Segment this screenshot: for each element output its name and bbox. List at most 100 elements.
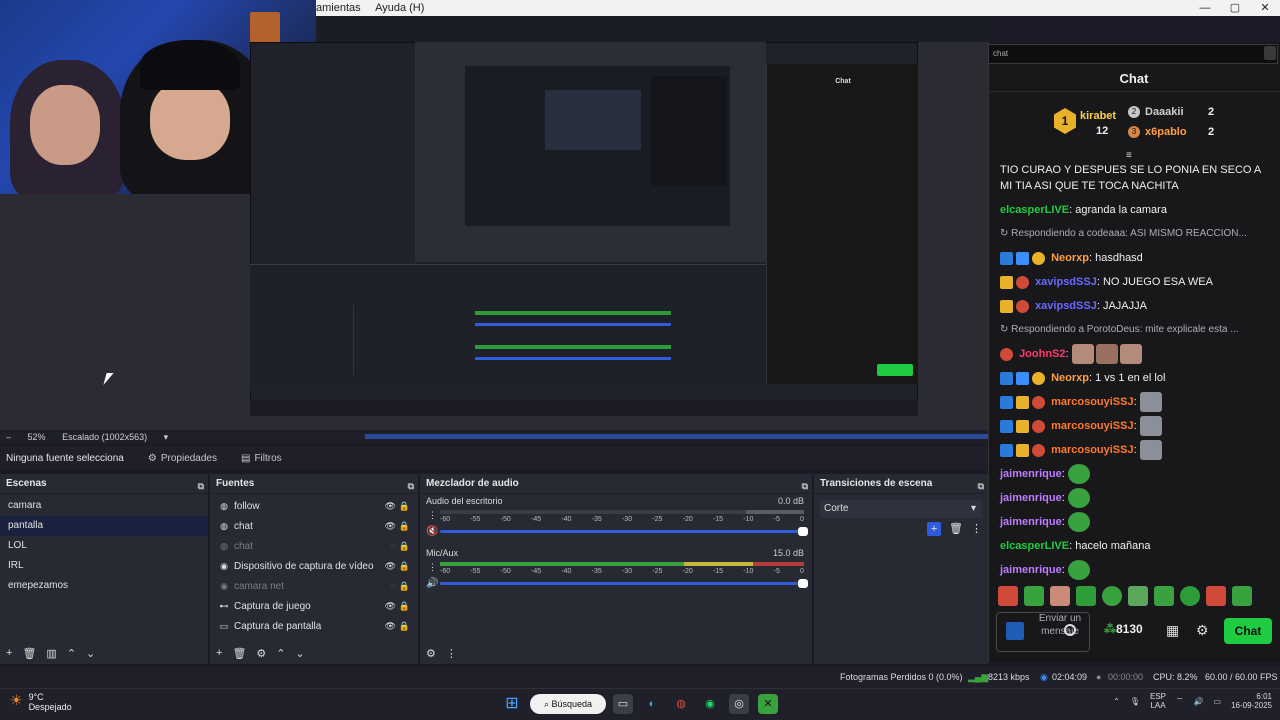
chat-username[interactable]: elcasperLIVE xyxy=(1000,204,1069,216)
source-item[interactable]: ⊷ Captura de juego 👁 🔒 xyxy=(210,596,418,616)
kebab-icon[interactable]: ⋮ xyxy=(971,522,982,536)
volume-icon[interactable]: 🔊 xyxy=(1194,697,1204,706)
battery-icon[interactable]: ▭ xyxy=(1214,697,1222,706)
emote[interactable] xyxy=(1102,586,1122,606)
lock-icon[interactable]: 🔒 xyxy=(399,536,410,556)
speaker-muted-icon[interactable]: 🔇 xyxy=(426,526,438,537)
lock-icon[interactable]: 🔒 xyxy=(399,576,410,596)
eye-off-icon[interactable]: ◌ xyxy=(391,576,396,596)
lock-icon[interactable]: 🔒 xyxy=(399,556,410,576)
scene-item-lol[interactable]: LOL xyxy=(0,536,208,556)
kebab-icon[interactable]: ⋮ xyxy=(428,562,437,573)
chat-username[interactable]: jaimenrique xyxy=(1000,492,1062,504)
leader-name[interactable]: kirabet xyxy=(1080,110,1116,122)
filter-icon[interactable]: ▥ xyxy=(46,647,56,660)
add-icon[interactable]: + xyxy=(6,647,12,659)
chevron-down-icon[interactable]: ⌄ xyxy=(296,647,305,660)
kebab-icon[interactable]: ⋮ xyxy=(428,510,437,521)
source-item[interactable]: ◍ chat ◌ 🔒 xyxy=(210,536,418,556)
emote[interactable] xyxy=(998,586,1018,606)
horizontal-scrollbar[interactable] xyxy=(365,434,988,439)
zoom-level[interactable]: 52% xyxy=(28,432,46,442)
lock-icon[interactable]: 🔒 xyxy=(399,596,410,616)
source-item[interactable]: ▭ Captura de pantalla 👁 🔒 xyxy=(210,616,418,636)
menu-item-help[interactable]: Ayuda (H) xyxy=(375,2,424,14)
taskbar-search[interactable]: ⌕ Búsqueda xyxy=(530,694,606,714)
obs-icon[interactable]: ◎ xyxy=(729,694,749,714)
zoom-out-icon[interactable]: – xyxy=(6,432,11,442)
kebab-icon[interactable]: ⋮ xyxy=(446,647,457,660)
gear-icon[interactable]: ⚙ xyxy=(1196,622,1209,639)
gear-icon[interactable]: ⚙ xyxy=(256,647,266,660)
chat-username[interactable]: marcosouyiSSJ xyxy=(1051,396,1134,408)
language-indicator[interactable]: ESP LAA xyxy=(1150,692,1166,710)
eye-icon[interactable]: 👁 xyxy=(385,596,396,616)
chat-username[interactable]: Neorxp xyxy=(1051,252,1089,264)
excel-icon[interactable]: ✕ xyxy=(758,694,778,714)
scene-item-camara[interactable]: camara xyxy=(0,496,208,516)
file-explorer-icon[interactable]: ▭ xyxy=(613,694,633,714)
chat-username[interactable]: JoohnS2 xyxy=(1019,348,1065,360)
dock-menu-icon[interactable]: ⧉ xyxy=(802,476,808,496)
source-item[interactable]: ◉ camara net ◌ 🔒 xyxy=(210,576,418,596)
trash-icon[interactable]: 🗑 xyxy=(949,522,963,536)
emote[interactable] xyxy=(1128,586,1148,606)
edge-icon[interactable]: ◐ xyxy=(642,694,662,714)
transition-select[interactable]: Corte ▾ xyxy=(820,500,982,518)
emote[interactable] xyxy=(1154,586,1174,606)
windows-start-icon[interactable]: ⊞ xyxy=(502,694,522,714)
channel-points[interactable]: ⁂8130 xyxy=(1104,622,1143,636)
scale-mode[interactable]: Escalado (1002x563) xyxy=(62,432,147,442)
close-icon[interactable]: ✕ xyxy=(1250,0,1280,16)
scene-item-emepezamos[interactable]: emepezamos xyxy=(0,576,208,596)
clock[interactable]: 6:01 16-09-2025 xyxy=(1231,692,1272,710)
leader-name[interactable]: Daaakii xyxy=(1145,106,1184,118)
chat-send-button[interactable]: Chat xyxy=(1224,618,1272,644)
lock-icon[interactable]: 🔒 xyxy=(399,496,410,516)
leader-name[interactable]: x6pablo xyxy=(1145,126,1187,138)
chat-username[interactable]: jaimenrique xyxy=(1000,516,1062,528)
minimize-icon[interactable]: — xyxy=(1190,0,1220,16)
dock-menu-icon[interactable]: ⧉ xyxy=(198,476,204,496)
close-icon[interactable] xyxy=(1264,46,1276,60)
chat-username[interactable]: xavipsdSSJ xyxy=(1035,300,1097,312)
chrome-icon[interactable]: ◍ xyxy=(671,694,691,714)
maximize-icon[interactable]: ▢ xyxy=(1220,0,1250,16)
scene-item-irl[interactable]: IRL xyxy=(0,556,208,576)
emote[interactable] xyxy=(1206,586,1226,606)
badge-selector-icon[interactable] xyxy=(1006,622,1024,640)
emote-picker-icon[interactable] xyxy=(1064,624,1076,636)
spotify-icon[interactable]: ◉ xyxy=(700,694,720,714)
chat-username[interactable]: marcosouyiSSJ xyxy=(1051,444,1134,456)
dock-menu-icon[interactable]: ⧉ xyxy=(408,476,414,496)
eye-icon[interactable]: 👁 xyxy=(385,496,396,516)
source-item[interactable]: ◍ chat 👁 🔒 xyxy=(210,516,418,536)
chevron-up-icon[interactable]: ⌃ xyxy=(1113,697,1120,706)
chevron-down-icon[interactable]: ⌄ xyxy=(86,647,95,660)
mic-icon[interactable]: 🎙 xyxy=(1130,697,1140,706)
eye-icon[interactable]: 👁 xyxy=(385,556,396,576)
lock-icon[interactable]: 🔒 xyxy=(399,616,410,636)
lock-icon[interactable]: 🔒 xyxy=(399,516,410,536)
eye-icon[interactable]: 👁 xyxy=(385,616,396,636)
chat-username[interactable]: marcosouyiSSJ xyxy=(1051,420,1134,432)
dock-menu-icon[interactable]: ⧉ xyxy=(978,476,984,496)
source-item[interactable]: ◍ follow 👁 🔒 xyxy=(210,496,418,516)
emote[interactable] xyxy=(1050,586,1070,606)
volume-slider[interactable] xyxy=(440,527,808,536)
eye-off-icon[interactable]: ◌ xyxy=(391,536,396,556)
chat-url-bar[interactable]: chat xyxy=(988,44,1278,64)
eye-icon[interactable]: 👁 xyxy=(385,516,396,536)
volume-slider[interactable] xyxy=(440,579,808,588)
gear-icon[interactable]: ⚙ xyxy=(426,647,436,660)
chat-username[interactable]: xavipsdSSJ xyxy=(1035,276,1097,288)
chat-username[interactable]: Neorxp xyxy=(1051,372,1089,384)
emote[interactable] xyxy=(1180,586,1200,606)
wifi-icon[interactable]: ⌔ xyxy=(1176,696,1184,706)
chat-username[interactable]: jaimenrique xyxy=(1000,468,1062,480)
add-icon[interactable]: + xyxy=(216,647,222,659)
slider-handle[interactable] xyxy=(798,527,808,536)
menu-item-tools[interactable]: amientas xyxy=(316,2,361,14)
trash-icon[interactable]: 🗑 xyxy=(232,647,246,660)
properties-button[interactable]: ⚙ Propiedades xyxy=(148,453,217,464)
